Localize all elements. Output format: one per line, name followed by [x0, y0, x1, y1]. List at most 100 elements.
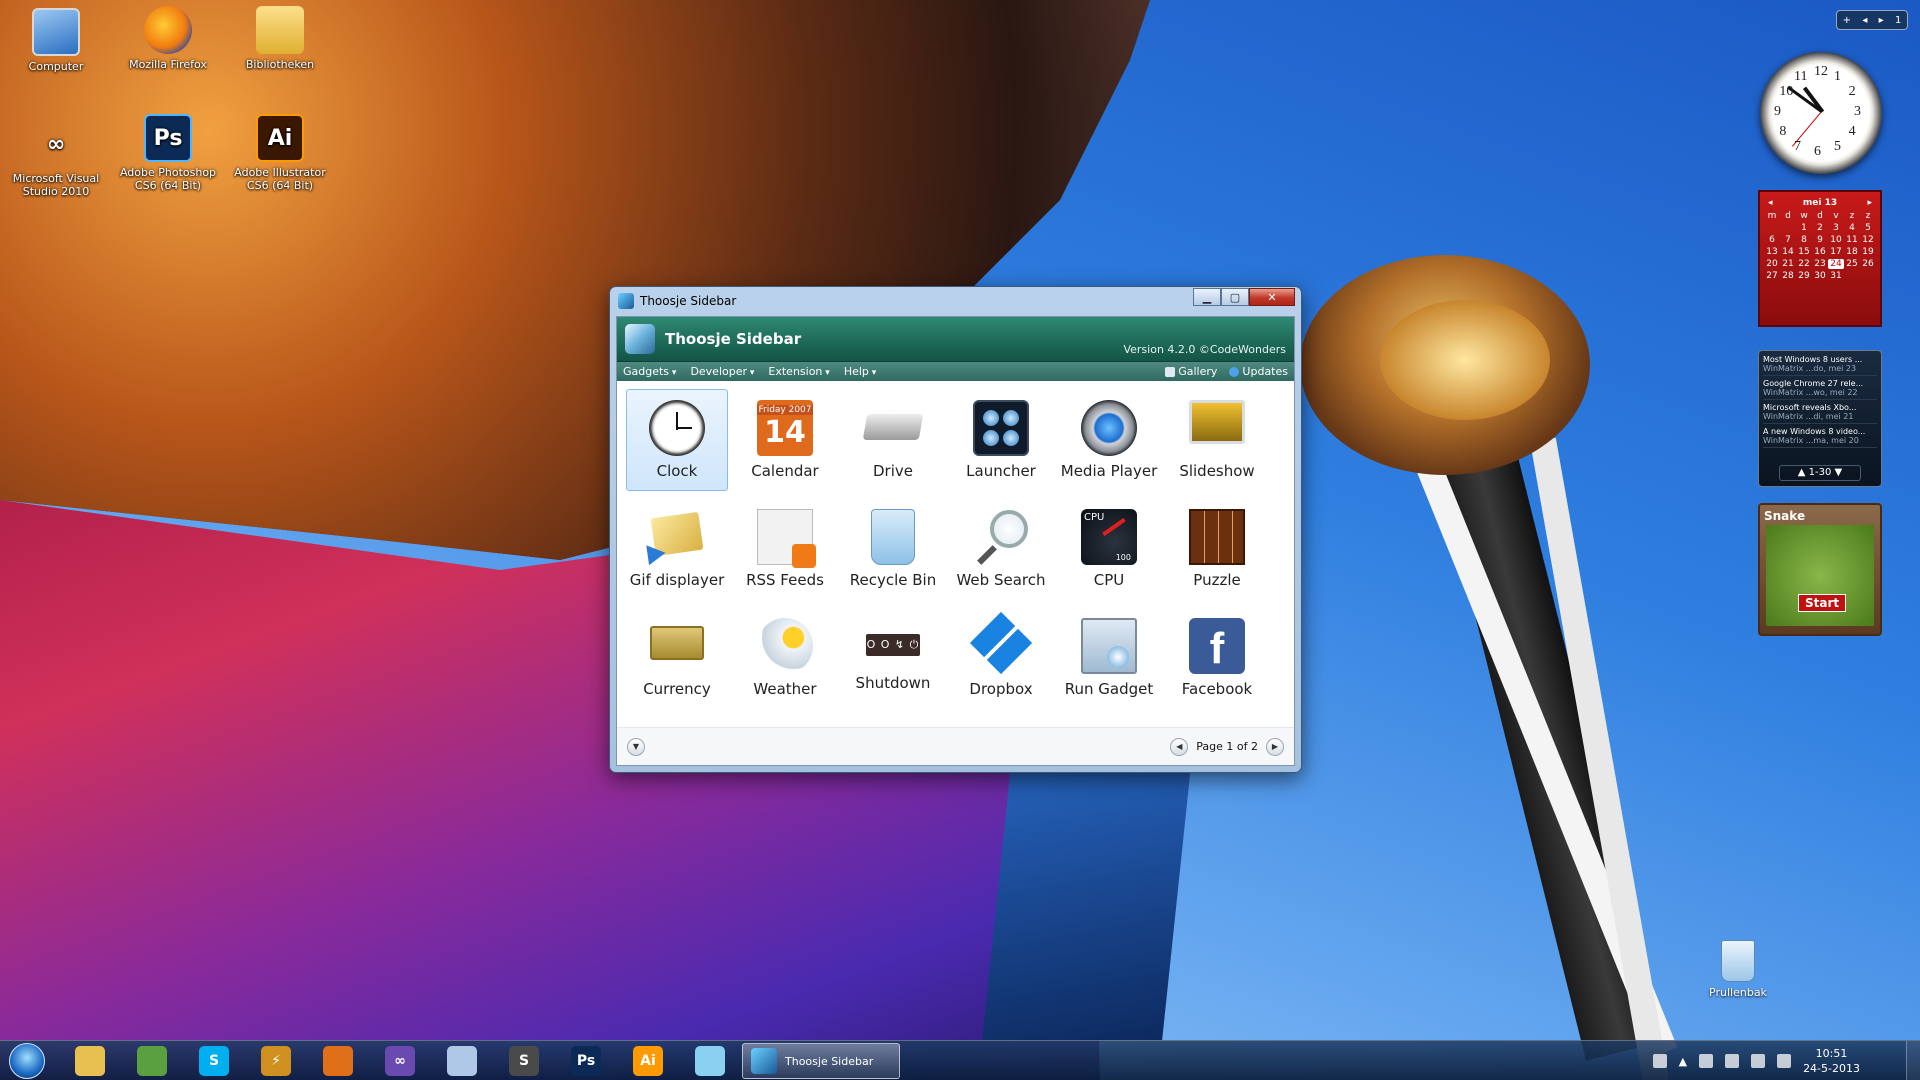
desktop-icon-firefox[interactable]: Mozilla Firefox [116, 6, 220, 71]
menu-developer[interactable]: Developer [690, 365, 754, 378]
desktop-icon-recycle-bin[interactable]: Prullenbak [1706, 940, 1770, 999]
minimize-button[interactable]: ▁ [1193, 288, 1221, 306]
gadget-tile-recycle-bin[interactable]: Recycle Bin [842, 498, 944, 600]
window-titlebar[interactable]: Thoosje Sidebar ▁ ▢ ✕ [610, 287, 1301, 315]
calendar-day[interactable]: 17 [1828, 247, 1844, 257]
calendar-day[interactable]: 19 [1860, 247, 1876, 257]
desktop-icon-photoshop[interactable]: Ps Adobe Photoshop CS6 (64 Bit) [116, 114, 220, 192]
taskbar-clock[interactable]: 10:51 24-5-2013 [1803, 1046, 1860, 1076]
keyboard-icon[interactable] [1652, 1054, 1667, 1068]
updates-link[interactable]: Updates [1229, 365, 1288, 378]
gadget-tile-launcher[interactable]: Launcher [950, 389, 1052, 491]
start-button[interactable] [4, 1041, 50, 1080]
calendar-day[interactable]: 20 [1764, 259, 1780, 269]
gadget-tile-weather[interactable]: Weather [734, 607, 836, 709]
calendar-day[interactable]: 12 [1860, 235, 1876, 245]
show-desktop-button[interactable] [1906, 1041, 1920, 1080]
calendar-day[interactable]: 29 [1796, 271, 1812, 281]
taskbar-pinned-app[interactable] [310, 1043, 366, 1079]
gadget-tile-slideshow[interactable]: Slideshow [1166, 389, 1268, 491]
next-page-button[interactable]: ▶ [1266, 737, 1284, 756]
calendar-day[interactable]: 27 [1764, 271, 1780, 281]
menu-help[interactable]: Help [844, 365, 876, 378]
gadget-tile-dropbox[interactable]: Dropbox [950, 607, 1052, 709]
calendar-day[interactable]: 18 [1844, 247, 1860, 257]
calendar-day[interactable]: 10 [1828, 235, 1844, 245]
calendar-day[interactable]: 30 [1812, 271, 1828, 281]
gadget-tile-shutdown[interactable]: O O ↯ ⏻ Shutdown [842, 607, 944, 709]
calendar-day[interactable]: 31 [1828, 271, 1844, 281]
calendar-day[interactable]: 21 [1780, 259, 1796, 269]
calendar-day[interactable]: 13 [1764, 247, 1780, 257]
calendar-day[interactable]: 1 [1796, 223, 1812, 233]
calendar-day[interactable]: 28 [1780, 271, 1796, 281]
taskbar-pinned-app[interactable]: Ps [558, 1043, 614, 1079]
calendar-day[interactable]: 4 [1844, 223, 1860, 233]
calendar-day[interactable]: 8 [1796, 235, 1812, 245]
news-down-icon[interactable]: ▼ [1835, 467, 1843, 478]
news-up-icon[interactable]: ▲ [1798, 467, 1806, 478]
news-item[interactable]: Google Chrome 27 rele... WinMatrix ...wo,… [1763, 379, 1877, 400]
network-icon[interactable] [1751, 1054, 1766, 1068]
news-item[interactable]: Microsoft reveals Xbo... WinMatrix ...di,… [1763, 403, 1877, 424]
calendar-day[interactable]: 15 [1796, 247, 1812, 257]
action-center-flag-icon[interactable] [1699, 1054, 1714, 1068]
calendar-day[interactable]: 9 [1812, 235, 1828, 245]
calendar-day[interactable]: 6 [1764, 235, 1780, 245]
calendar-day[interactable]: 26 [1860, 259, 1876, 269]
desktop-icon-illustrator[interactable]: Ai Adobe Illustrator CS6 (64 Bit) [228, 114, 332, 192]
taskbar-pinned-app[interactable] [124, 1043, 180, 1079]
close-button[interactable]: ✕ [1249, 288, 1295, 306]
calendar-day[interactable]: 24 [1828, 259, 1844, 269]
tray-expand-icon[interactable]: ▲ [1679, 1055, 1687, 1068]
calendar-day[interactable]: 2 [1812, 223, 1828, 233]
calendar-day[interactable]: 16 [1812, 247, 1828, 257]
desktop-icon-computer[interactable]: Computer [4, 8, 108, 73]
desktop-icon-visual-studio[interactable]: ∞ Microsoft Visual Studio 2010 [4, 120, 108, 198]
taskbar-pinned-app[interactable]: Ai [620, 1043, 676, 1079]
calendar-day[interactable]: 25 [1844, 259, 1860, 269]
calendar-day[interactable]: 22 [1796, 259, 1812, 269]
gallery-link[interactable]: Gallery [1165, 365, 1217, 378]
calendar-prev-icon[interactable]: ◂ [1768, 198, 1773, 208]
gadget-prev-button[interactable]: ◂ [1862, 15, 1867, 26]
volume-icon[interactable] [1777, 1054, 1792, 1068]
gadget-tile-drive[interactable]: Drive [842, 389, 944, 491]
calendar-day[interactable]: 11 [1844, 235, 1860, 245]
calendar-day[interactable]: 3 [1828, 223, 1844, 233]
previous-page-button[interactable]: ◀ [1170, 737, 1189, 756]
gadget-next-button[interactable]: ▸ [1879, 15, 1884, 26]
gadget-tile-puzzle[interactable]: Puzzle [1166, 498, 1268, 600]
taskbar-pinned-app[interactable]: S [496, 1043, 552, 1079]
gadget-tile-rss-feeds[interactable]: RSS Feeds [734, 498, 836, 600]
clock-gadget[interactable]: 12 1 2 3 4 5 6 7 8 9 10 11 [1760, 52, 1882, 174]
calendar-gadget[interactable]: ◂ mei 13 ▸ m d w d v z z 1 2 3 4 5 6 7 8 9 10 11 12 13 14 15 1… [1758, 190, 1882, 327]
menu-extension[interactable]: Extension [768, 365, 829, 378]
snake-start-button[interactable]: Start [1798, 594, 1847, 612]
news-item[interactable]: Most Windows 8 users ... WinMatrix ...do,… [1763, 355, 1877, 376]
gadget-tile-media-player[interactable]: Media Player [1058, 389, 1160, 491]
taskbar-pinned-app[interactable]: ∞ [372, 1043, 428, 1079]
desktop-icon-libraries[interactable]: Bibliotheken [228, 6, 332, 71]
taskbar-pinned-app[interactable] [682, 1043, 738, 1079]
gadget-tile-run-gadget[interactable]: Run Gadget [1058, 607, 1160, 709]
menu-gadgets[interactable]: Gadgets [623, 365, 676, 378]
calendar-day[interactable]: 7 [1780, 235, 1796, 245]
calendar-day[interactable]: 5 [1860, 223, 1876, 233]
collapse-button[interactable]: ▼ [627, 737, 645, 756]
taskbar-pinned-app[interactable] [434, 1043, 490, 1079]
gadget-tile-clock[interactable]: Clock [626, 389, 728, 491]
dropbox-tray-icon[interactable] [1725, 1054, 1740, 1068]
gadget-tile-calendar[interactable]: Friday 2007 14 Calendar [734, 389, 836, 491]
taskbar-app-thoosje-sidebar[interactable]: Thoosje Sidebar [742, 1043, 900, 1079]
taskbar-pinned-app[interactable]: S [186, 1043, 242, 1079]
add-gadget-button[interactable]: + [1843, 15, 1851, 26]
taskbar-pinned-app[interactable]: ⚡ [248, 1043, 304, 1079]
calendar-next-icon[interactable]: ▸ [1867, 198, 1872, 208]
news-pager[interactable]: ▲ 1-30 ▼ [1779, 465, 1861, 481]
calendar-day[interactable]: 23 [1812, 259, 1828, 269]
gadget-tile-web-search[interactable]: Web Search [950, 498, 1052, 600]
news-item[interactable]: A new Windows 8 video... WinMatrix ...ma,… [1763, 427, 1877, 448]
gadget-tile-cpu[interactable]: CPU 100 CPU [1058, 498, 1160, 600]
calendar-day[interactable]: 14 [1780, 247, 1796, 257]
